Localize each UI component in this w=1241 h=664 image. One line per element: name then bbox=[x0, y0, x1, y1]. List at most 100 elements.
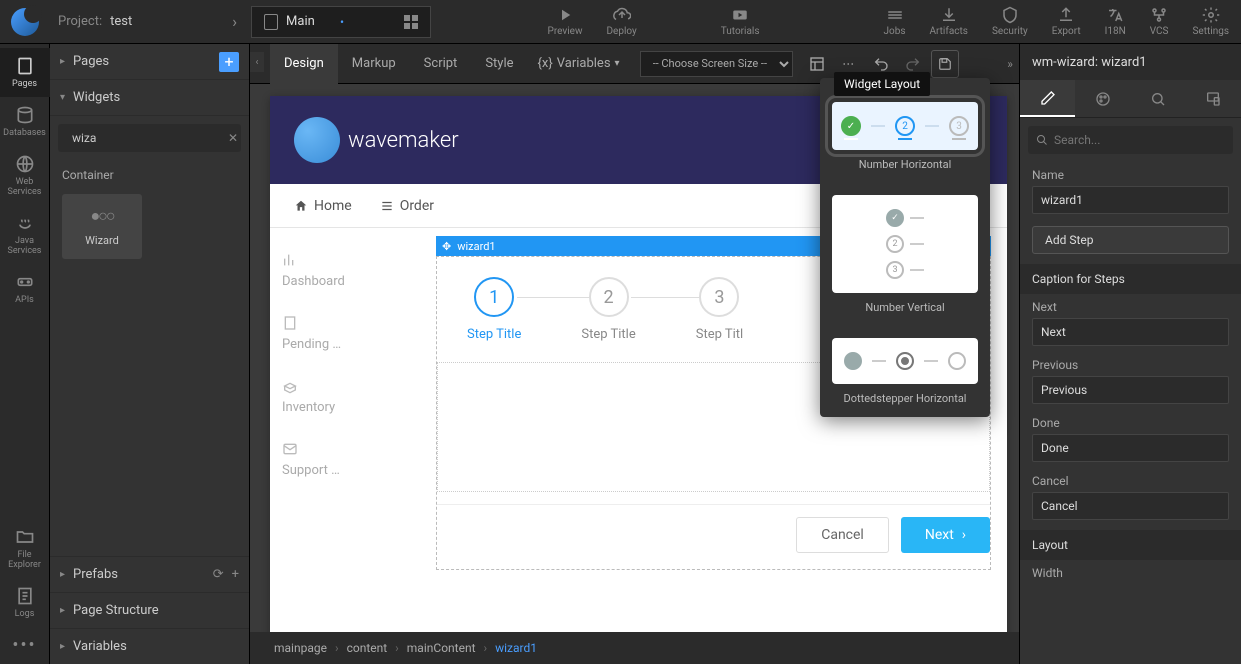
nav-home[interactable]: Home bbox=[294, 198, 352, 214]
wizard-icon: ●○○ bbox=[91, 206, 114, 226]
name-label: Name bbox=[1032, 168, 1229, 182]
preview-button[interactable]: Preview bbox=[536, 0, 595, 44]
export-button[interactable]: Export bbox=[1040, 0, 1093, 44]
rail-apis[interactable]: APIs bbox=[0, 264, 50, 313]
layout-dotted-horizontal[interactable] bbox=[832, 338, 978, 384]
collapse-left[interactable]: ‹ bbox=[250, 52, 264, 72]
layout-section: Layout bbox=[1020, 530, 1241, 560]
tab-script[interactable]: Script bbox=[410, 44, 472, 84]
tab-style[interactable]: Style bbox=[471, 44, 527, 84]
variables-button[interactable]: {x}Variables▾ bbox=[528, 56, 630, 71]
vcs-button[interactable]: VCS bbox=[1138, 0, 1181, 44]
props-tab-device[interactable] bbox=[1186, 80, 1241, 117]
crumb[interactable]: mainpage bbox=[274, 641, 327, 655]
sb-inventory[interactable]: Inventory bbox=[282, 378, 408, 415]
security-button[interactable]: Security bbox=[980, 0, 1040, 44]
tutorials-button[interactable]: Tutorials bbox=[709, 0, 772, 44]
wizard-step-2[interactable]: 2Step Title bbox=[581, 277, 635, 342]
add-page-button[interactable]: + bbox=[219, 52, 239, 72]
category-label: Container bbox=[50, 160, 249, 190]
cancel-input[interactable] bbox=[1032, 492, 1229, 520]
rail-more[interactable]: ••• bbox=[0, 627, 50, 664]
rail-databases[interactable]: Databases bbox=[0, 97, 50, 146]
tab-markup[interactable]: Markup bbox=[338, 44, 410, 84]
file-icon bbox=[264, 14, 278, 30]
done-input[interactable] bbox=[1032, 434, 1229, 462]
search-icon bbox=[1036, 134, 1048, 146]
page-structure-section[interactable]: ▸Page Structure bbox=[50, 592, 249, 628]
crumb-current[interactable]: wizard1 bbox=[495, 641, 537, 655]
wavemaker-logo: wavemaker bbox=[294, 117, 459, 163]
i18n-button[interactable]: I18N bbox=[1093, 0, 1138, 44]
rail-file-explorer[interactable]: File Explorer bbox=[0, 519, 50, 578]
next-label: Next bbox=[1032, 300, 1229, 314]
variables-section[interactable]: ▸Variables bbox=[50, 628, 249, 664]
icon-rail: Pages Databases Web Services Java Servic… bbox=[0, 44, 50, 664]
tab-next-arrow[interactable]: › bbox=[222, 12, 247, 31]
add-step-button[interactable]: Add Step bbox=[1032, 226, 1229, 254]
artifacts-button[interactable]: Artifacts bbox=[918, 0, 980, 44]
done-label: Done bbox=[1032, 416, 1229, 430]
breadcrumb: mainpage› content› mainContent› wizard1 bbox=[250, 632, 1019, 664]
caption-section: Caption for Steps bbox=[1020, 264, 1241, 294]
wizard-step-3[interactable]: 3Step Titl bbox=[696, 277, 743, 342]
cancel-label: Cancel bbox=[1032, 474, 1229, 488]
properties-search[interactable] bbox=[1028, 126, 1233, 154]
tab-design[interactable]: Design bbox=[270, 44, 338, 84]
expand-right[interactable]: » bbox=[1001, 52, 1019, 76]
file-name: Main bbox=[286, 14, 336, 29]
wizard-cancel-button[interactable]: Cancel bbox=[796, 517, 889, 553]
crumb[interactable]: content bbox=[347, 641, 388, 655]
prev-label: Previous bbox=[1032, 358, 1229, 372]
dirty-indicator: • bbox=[340, 15, 344, 29]
name-input[interactable] bbox=[1032, 186, 1229, 214]
rail-pages[interactable]: Pages bbox=[0, 48, 50, 97]
sb-dashboard[interactable]: Dashboard bbox=[282, 252, 408, 289]
save-icon[interactable] bbox=[931, 50, 959, 78]
deploy-button[interactable]: Deploy bbox=[594, 0, 648, 44]
sb-pending[interactable]: Pending … bbox=[282, 315, 408, 352]
next-input[interactable] bbox=[1032, 318, 1229, 346]
project-label: Project: bbox=[50, 14, 110, 29]
width-label: Width bbox=[1032, 566, 1229, 580]
settings-button[interactable]: Settings bbox=[1180, 0, 1241, 44]
wizard-step-1[interactable]: 1Step Title bbox=[467, 277, 521, 342]
widget-layout-popover: Widget Layout ✓23 Number Horizontal ✓23 … bbox=[820, 78, 990, 417]
screen-size-select[interactable]: -- Choose Screen Size -- bbox=[640, 51, 793, 77]
sb-support[interactable]: Support … bbox=[282, 441, 408, 478]
nav-order[interactable]: Order bbox=[380, 198, 434, 214]
properties-title: wm-wizard: wizard1 bbox=[1020, 44, 1241, 80]
wizard-next-button[interactable]: Next› bbox=[901, 517, 990, 553]
props-tab-style[interactable] bbox=[1075, 80, 1130, 117]
layout-icon[interactable] bbox=[803, 50, 831, 78]
popover-title: Widget Layout bbox=[834, 72, 930, 96]
layout-number-horizontal[interactable]: ✓23 bbox=[832, 102, 978, 150]
rail-web-services[interactable]: Web Services bbox=[0, 146, 50, 205]
crumb[interactable]: mainContent bbox=[407, 641, 476, 655]
widget-search[interactable]: ✕ bbox=[58, 124, 241, 152]
pages-header[interactable]: ▸Pages+ bbox=[50, 44, 249, 80]
rail-java-services[interactable]: Java Services bbox=[0, 205, 50, 264]
widget-search-input[interactable] bbox=[72, 131, 228, 145]
top-bar: Project: test › Main • Preview Deploy Tu… bbox=[0, 0, 1241, 44]
left-panel: ▸Pages+ ▾Widgets ✕ Container ●○○ Wizard … bbox=[50, 44, 250, 664]
file-tab[interactable]: Main • bbox=[251, 6, 431, 38]
widgets-header[interactable]: ▾Widgets bbox=[50, 80, 249, 116]
prev-input[interactable] bbox=[1032, 376, 1229, 404]
move-handle-icon[interactable]: ✥ bbox=[442, 240, 451, 253]
properties-search-input[interactable] bbox=[1054, 133, 1225, 147]
jobs-button[interactable]: Jobs bbox=[872, 0, 918, 44]
props-tab-edit[interactable] bbox=[1020, 80, 1075, 117]
grid-icon[interactable] bbox=[404, 15, 418, 29]
props-tab-events[interactable] bbox=[1131, 80, 1186, 117]
add-icon[interactable]: + bbox=[232, 567, 239, 582]
project-name: test bbox=[110, 14, 132, 29]
properties-panel: wm-wizard: wizard1 Name Add Step Caption… bbox=[1019, 44, 1241, 664]
app-logo[interactable] bbox=[0, 0, 50, 44]
refresh-icon[interactable]: ⟳ bbox=[213, 567, 224, 582]
clear-search[interactable]: ✕ bbox=[228, 131, 238, 145]
rail-logs[interactable]: Logs bbox=[0, 578, 50, 627]
prefabs-section[interactable]: ▸Prefabs⟳+ bbox=[50, 556, 249, 592]
widget-wizard[interactable]: ●○○ Wizard bbox=[62, 194, 142, 259]
layout-number-vertical[interactable]: ✓23 bbox=[832, 195, 978, 293]
